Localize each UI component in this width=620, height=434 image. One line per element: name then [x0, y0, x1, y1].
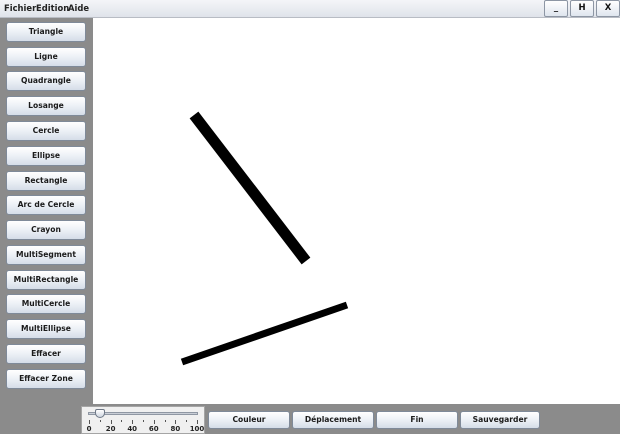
menu-fichier[interactable]: Fichier	[4, 3, 36, 13]
slider-tick-mark	[164, 420, 166, 422]
tool-effacer-zone-button[interactable]: Effacer Zone	[6, 369, 86, 389]
tool-ligne-button[interactable]: Ligne	[6, 47, 86, 67]
bottom-toolbar: 0 20 40 60 80 100 Couleur Déplacement Fi…	[0, 404, 620, 434]
tool-rectangle-button[interactable]: Rectangle	[6, 171, 86, 191]
minimize-button[interactable]: _	[544, 0, 568, 17]
slider-tick-mark	[143, 420, 144, 422]
tool-sidebar: Triangle Ligne Quadrangle Losange Cercle…	[0, 18, 92, 404]
menu-bar: Fichier Edition Aide _ H X	[0, 0, 620, 18]
slider-tick-mark	[132, 420, 134, 424]
slider-tick-mark	[153, 420, 155, 424]
drawing-canvas[interactable]	[93, 18, 620, 404]
slider-tick-mark	[99, 420, 101, 422]
stroke-width-slider[interactable]: 0 20 40 60 80 100	[81, 406, 205, 434]
slider-ticks	[82, 420, 206, 424]
tool-multirectangle-button[interactable]: MultiRectangle	[6, 270, 86, 290]
tool-ellipse-button[interactable]: Ellipse	[6, 146, 86, 166]
maximize-button[interactable]: H	[570, 0, 594, 17]
slider-tick-mark	[197, 420, 198, 424]
slider-tick-mark	[89, 420, 90, 424]
tool-multisegment-button[interactable]: MultiSegment	[6, 245, 86, 265]
tool-crayon-button[interactable]: Crayon	[6, 220, 86, 240]
menu-edition[interactable]: Edition	[36, 3, 69, 13]
drawn-line-diagonal	[189, 111, 311, 265]
slider-thumb[interactable]	[94, 409, 105, 418]
sauvegarder-button[interactable]: Sauvegarder	[460, 411, 540, 429]
close-button[interactable]: X	[596, 0, 620, 17]
slider-tick-label: 0	[86, 425, 92, 433]
drawing-surface	[180, 111, 349, 366]
slider-tick-label: 100	[189, 425, 205, 433]
deplacement-button[interactable]: Déplacement	[292, 411, 374, 429]
slider-tick-label: 20	[105, 425, 116, 433]
tool-multiellipse-button[interactable]: MultiEllipse	[6, 319, 86, 339]
tool-triangle-button[interactable]: Triangle	[6, 22, 86, 42]
menu-aide[interactable]: Aide	[68, 3, 89, 13]
tool-effacer-button[interactable]: Effacer	[6, 344, 86, 364]
tool-quadrangle-button[interactable]: Quadrangle	[6, 71, 86, 91]
tool-cercle-button[interactable]: Cercle	[6, 121, 86, 141]
slider-tick-mark	[110, 420, 112, 424]
slider-tick-mark	[121, 420, 123, 422]
drawn-line-lower	[180, 301, 349, 366]
fin-button[interactable]: Fin	[376, 411, 458, 429]
slider-tick-mark	[186, 420, 188, 422]
tool-multicercle-button[interactable]: MultiCercle	[6, 294, 86, 314]
slider-tick-label: 80	[170, 425, 181, 433]
slider-tick-label: 40	[127, 425, 138, 433]
tool-losange-button[interactable]: Losange	[6, 96, 86, 116]
slider-tick-label: 60	[148, 425, 159, 433]
slider-tick-mark	[175, 420, 177, 424]
tool-arc-de-cercle-button[interactable]: Arc de Cercle	[6, 195, 86, 215]
couleur-button[interactable]: Couleur	[208, 411, 290, 429]
